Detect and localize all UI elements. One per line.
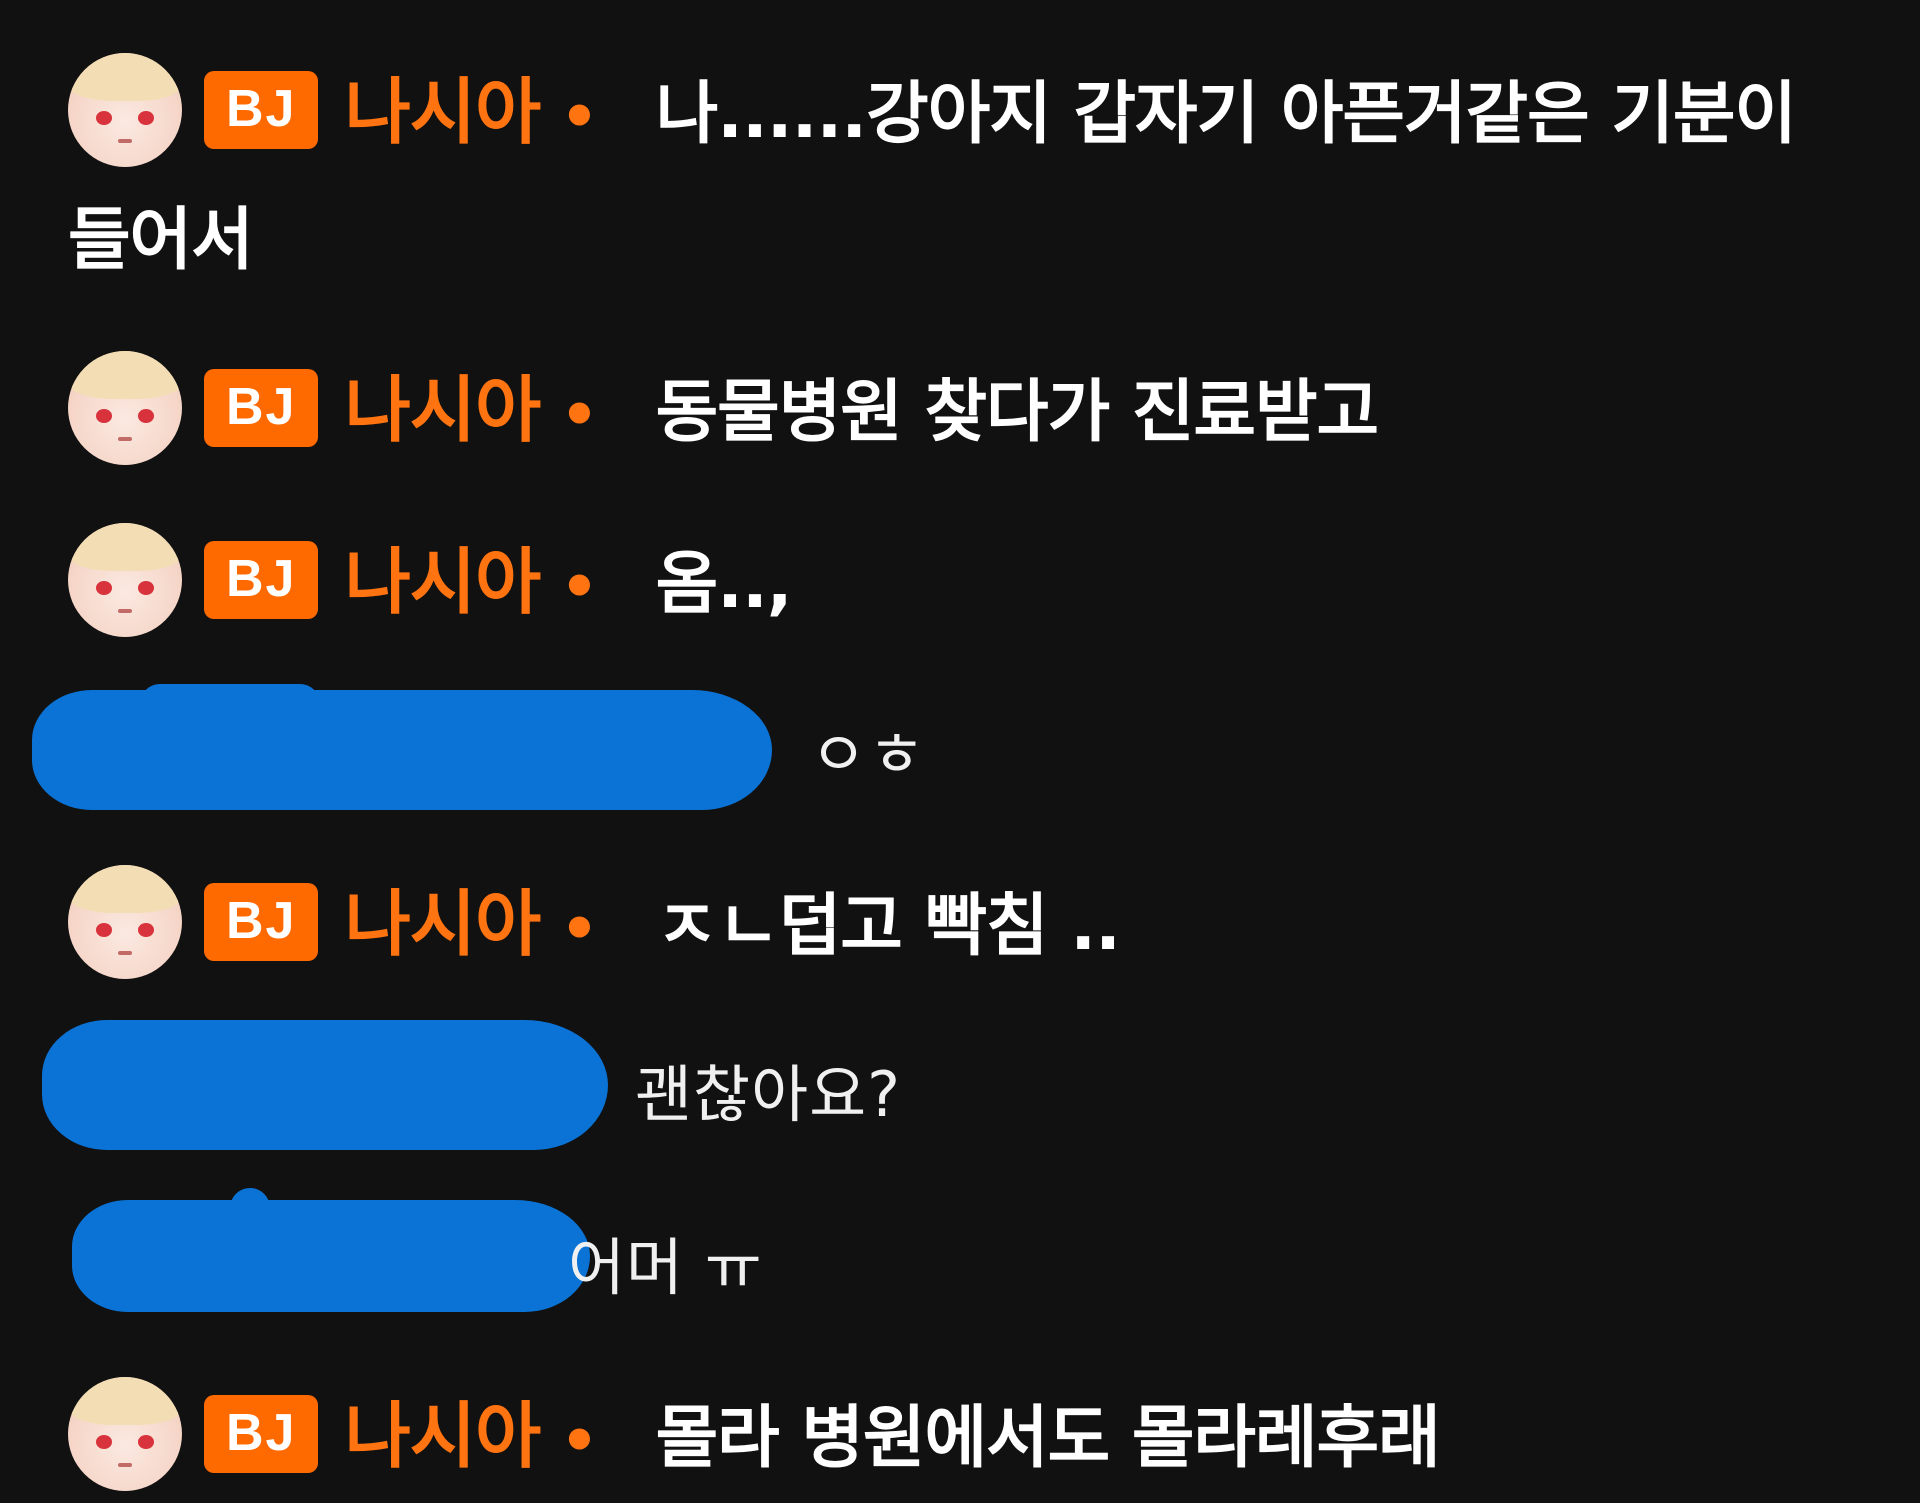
separator-dot: • [560,380,598,450]
chat-message: BJ 나시아 • 동물병원 찾다가 진료받고 [68,348,1880,477]
redacted-username [140,684,320,724]
nickname[interactable]: 나시아 [344,368,541,452]
redacted-username [42,1020,608,1150]
avatar[interactable] [68,865,182,980]
message-text: 몰라 병원에서도 몰라레후래 [655,1399,1441,1478]
message-text: ㅈㄴ덥고 빡침 .. [655,887,1121,966]
avatar[interactable] [68,351,182,466]
avatar[interactable] [68,1377,182,1492]
chat-message: BJ 나시아 • 몰라 병원에서도 몰라레후래 [68,1374,1880,1503]
separator-dot: • [560,552,598,622]
separator-dot: • [560,894,598,964]
bj-badge: BJ [204,1395,319,1474]
message-text: 괜찮아요? [635,1058,902,1131]
nickname[interactable]: 나시아 [344,1394,541,1478]
chat-message: BJ 나시아 • 나......강아지 갑자기 아픈거같은 기분이 들어서 [68,50,1880,303]
separator-dot: • [560,1406,598,1476]
avatar[interactable] [68,53,182,168]
bj-badge: BJ [204,369,319,448]
nickname[interactable]: 나시아 [344,540,541,624]
avatar[interactable] [68,523,182,638]
message-text: 나......강아지 갑자기 아픈거같은 기분이 들어서 [68,75,1797,280]
chat-message: BJ 나시아 • 옴.., [68,520,1880,649]
message-text: 동물병원 찾다가 진료받고 [655,373,1380,452]
message-text: 어머 ㅠ [568,1231,763,1304]
separator-dot: • [560,82,598,152]
chat-list: BJ 나시아 • 나......강아지 갑자기 아픈거같은 기분이 들어서 BJ 나시아… [0,0,1920,1503]
nickname[interactable]: 나시아 [344,882,541,966]
nickname[interactable]: 나시아 [344,70,541,154]
bj-badge: BJ [204,541,319,620]
message-text: 옴.., [655,545,793,624]
redacted-username [230,1188,270,1228]
bj-badge: BJ [204,71,319,150]
message-text: ㅇㅎ [810,718,927,791]
chat-message: BJ 나시아 • ㅈㄴ덥고 빡침 .. [68,862,1880,991]
redacted-username [72,1200,590,1312]
bj-badge: BJ [204,883,319,962]
